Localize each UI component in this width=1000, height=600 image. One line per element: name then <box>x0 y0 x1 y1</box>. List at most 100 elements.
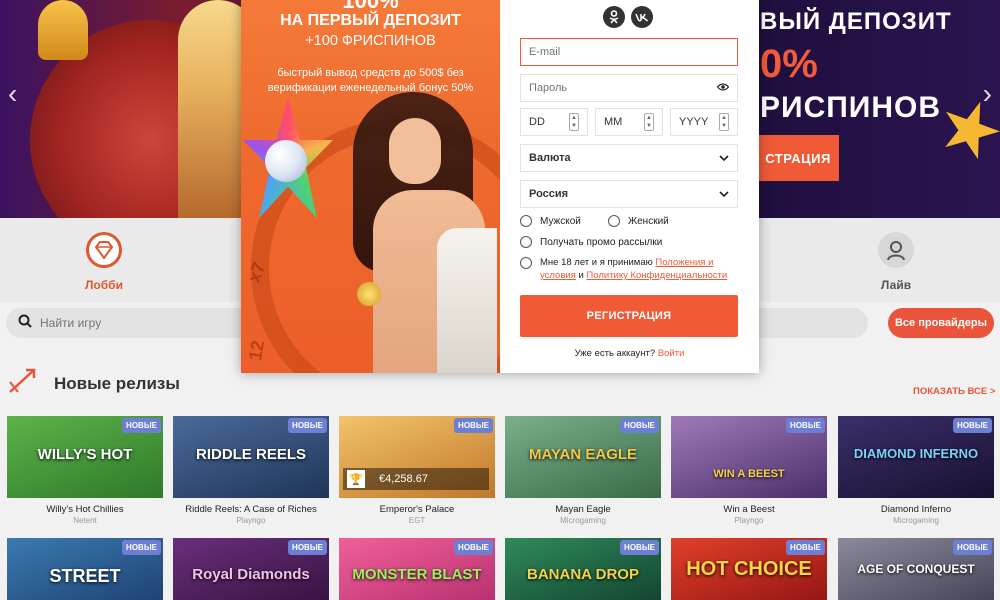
new-badge: НОВЫЕ <box>454 540 493 555</box>
odnoklassniki-icon[interactable] <box>603 6 625 28</box>
chevron-left-icon[interactable]: ‹ <box>8 78 17 110</box>
thumb-title: WILLY'S HOT <box>37 446 133 463</box>
promo-mailing-label: Получать промо рассылки <box>540 236 663 248</box>
thumb-title: BANANA DROP <box>527 566 639 583</box>
gender-male-option[interactable]: Мужской <box>520 215 581 227</box>
radio-button[interactable] <box>520 236 532 248</box>
game-card[interactable]: BANANA DROP НОВЫЕ <box>505 538 661 600</box>
show-all-link[interactable]: ПОКАЗАТЬ ВСЕ > <box>913 386 995 397</box>
game-card[interactable]: AGE OF CONQUEST НОВЫЕ <box>838 538 994 600</box>
social-login <box>603 6 653 28</box>
hero-cta-button[interactable]: СТРАЦИЯ <box>757 135 839 181</box>
character-face-graphic <box>389 118 441 184</box>
game-thumbnail[interactable]: Royal Diamonds НОВЫЕ <box>173 538 329 600</box>
hero-text: ВЫЙ ДЕПОЗИТ 0% РИСПИНОВ <box>760 8 952 125</box>
thumb-title: STREET <box>49 566 121 586</box>
game-thumbnail[interactable]: HOT CHOICE НОВЫЕ <box>671 538 827 600</box>
game-card[interactable]: Royal Diamonds НОВЫЕ <box>173 538 329 600</box>
game-thumbnail[interactable]: STREET НОВЫЕ <box>7 538 163 600</box>
game-name: Emperor's Palace <box>379 504 455 515</box>
game-card[interactable]: MAYAN EAGLE НОВЫЕ Mayan Eagle Microgamin… <box>505 416 661 525</box>
chevron-right-icon[interactable]: › <box>983 78 992 110</box>
promo-line-2: +100 ФРИСПИНОВ <box>305 33 436 49</box>
game-thumbnail[interactable]: MONSTER BLAST НОВЫЕ <box>339 538 495 600</box>
game-name: Mayan Eagle <box>555 504 611 515</box>
game-card[interactable]: WILLY'S HOT НОВЫЕ Willy's Hot Chillies N… <box>7 416 163 525</box>
game-thumbnail[interactable]: WIN A BEEST НОВЫЕ <box>671 416 827 498</box>
game-thumbnail[interactable]: BANANA DROP НОВЫЕ <box>505 538 661 600</box>
birth-month-placeholder: MM <box>604 116 623 128</box>
game-card[interactable]: RIDDLE REELS НОВЫЕ Riddle Reels: A Case … <box>173 416 329 525</box>
game-card[interactable]: WIN A BEEST НОВЫЕ Win a Beest Playngo <box>671 416 827 525</box>
thumb-title: DIAMOND INFERNO <box>853 446 979 461</box>
gender-female-option[interactable]: Женский <box>608 215 669 227</box>
radio-button[interactable] <box>608 215 620 227</box>
hero-line-1: ВЫЙ ДЕПОЗИТ <box>760 8 952 35</box>
game-thumbnail[interactable]: DIAMOND INFERNO НОВЫЕ <box>838 416 994 498</box>
privacy-link[interactable]: Политику Конфиденциальности <box>586 270 727 281</box>
eye-icon[interactable] <box>716 82 730 94</box>
promo-mailing-option[interactable]: Получать промо рассылки <box>520 236 662 248</box>
password-field[interactable] <box>520 74 738 102</box>
radio-button[interactable] <box>520 215 532 227</box>
game-card[interactable]: STREET НОВЫЕ <box>7 538 163 600</box>
nav-item-lobby[interactable]: Лобби <box>64 232 144 292</box>
thumb-title: AGE OF CONQUEST <box>857 562 975 576</box>
thumb-title: MAYAN EAGLE <box>528 446 638 463</box>
game-thumbnail[interactable]: WILLY'S HOT НОВЫЕ <box>7 416 163 498</box>
rocket-icon <box>6 366 40 401</box>
pearl-graphic <box>265 140 307 182</box>
game-thumbnail[interactable]: RIDDLE REELS НОВЫЕ <box>173 416 329 498</box>
vk-icon[interactable] <box>631 6 653 28</box>
new-badge: НОВЫЕ <box>953 540 992 555</box>
nav-item-live[interactable]: Лайв <box>856 232 936 292</box>
game-provider: Netent <box>73 516 97 525</box>
game-thumbnail[interactable]: AGE OF CONQUEST НОВЫЕ <box>838 538 994 600</box>
game-card[interactable]: DIAMOND INFERNO НОВЫЕ Diamond Inferno Mi… <box>838 416 994 525</box>
chevron-down-icon <box>719 153 729 163</box>
birth-year-field[interactable]: YYYY ▲ ▼ <box>670 108 738 136</box>
jackpot-amount: €4,258.67 <box>379 473 428 485</box>
game-name: Win a Beest <box>723 504 775 515</box>
game-provider: Playngo <box>734 516 764 525</box>
new-badge: НОВЫЕ <box>288 540 327 555</box>
search-icon <box>18 314 32 333</box>
all-providers-button[interactable]: Все провайдеры <box>888 308 994 338</box>
jackpot-bar: 🏆 €4,258.67 <box>343 468 489 490</box>
new-badge: НОВЫЕ <box>786 540 825 555</box>
trophy-icon: 🏆 <box>347 470 365 488</box>
thumb-title: RIDDLE REELS <box>195 446 306 463</box>
country-select[interactable]: Россия <box>520 180 738 208</box>
game-card[interactable]: MONSTER BLAST НОВЫЕ <box>339 538 495 600</box>
section-header: Новые релизы <box>6 366 180 401</box>
game-thumbnail[interactable]: НОВЫЕ 🏆 €4,258.67 <box>339 416 495 498</box>
email-input[interactable] <box>529 46 729 58</box>
gender-male-label: Мужской <box>540 215 581 227</box>
register-button[interactable]: РЕГИСТРАЦИЯ <box>520 295 738 337</box>
email-field[interactable] <box>520 38 738 66</box>
new-badge: НОВЫЕ <box>786 418 825 433</box>
thumb-title: HOT CHOICE <box>686 558 812 580</box>
birth-year-placeholder: YYYY <box>679 116 709 128</box>
game-card[interactable]: НОВЫЕ 🏆 €4,258.67 Emperor's Palace EGT <box>339 416 495 525</box>
currency-select[interactable]: Валюта <box>520 144 738 172</box>
birth-day-placeholder: DD <box>529 116 545 128</box>
birth-day-field[interactable]: DD ▲ ▼ <box>520 108 588 136</box>
terms-and: и <box>575 270 587 281</box>
game-thumbnail[interactable]: MAYAN EAGLE НОВЫЕ <box>505 416 661 498</box>
stepper-icon[interactable]: ▲ ▼ <box>644 113 654 131</box>
game-card[interactable]: HOT CHOICE НОВЫЕ <box>671 538 827 600</box>
hero-line-3: РИСПИНОВ <box>760 91 942 124</box>
character-robe-graphic <box>437 228 497 373</box>
nav-label-lobby: Лобби <box>85 278 123 292</box>
thumb-title: WIN A BEEST <box>713 468 785 480</box>
dealer-icon <box>878 232 914 268</box>
stepper-icon[interactable]: ▲ ▼ <box>569 113 579 131</box>
terms-option[interactable]: Мне 18 лет и я принимаю Положения и усло… <box>520 256 740 282</box>
password-input[interactable] <box>529 82 717 94</box>
birth-month-field[interactable]: MM ▲ ▼ <box>595 108 663 136</box>
promo-line-3: быстрый вывод средств до 500$ без верифи… <box>267 67 474 94</box>
stepper-icon[interactable]: ▲ ▼ <box>719 113 729 131</box>
login-link[interactable]: Войти <box>658 348 685 359</box>
radio-button[interactable] <box>520 257 532 269</box>
